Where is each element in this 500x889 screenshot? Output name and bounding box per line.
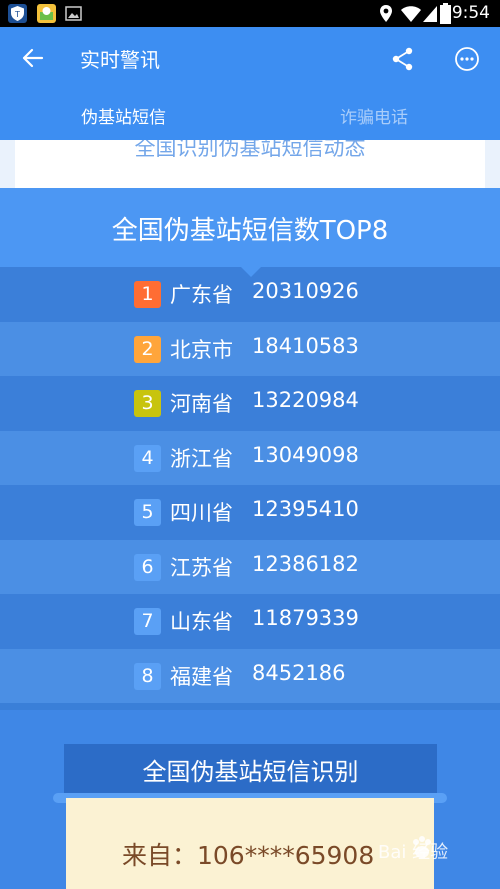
province-name: 福建省 <box>170 664 233 689</box>
sms-count: 20310926 <box>252 279 359 303</box>
wifi-icon <box>401 6 421 22</box>
page-title: 实时警讯 <box>80 48 160 72</box>
header-pointer <box>241 267 261 277</box>
rank-badge: 7 <box>134 608 161 635</box>
top8-header: 全国伪基站短信数TOP8 <box>0 188 500 267</box>
tab-fraud-calls[interactable]: 诈骗电话 <box>340 103 408 128</box>
province-name: 江苏省 <box>170 555 233 580</box>
status-time: 9:54 <box>451 3 490 23</box>
tab-bar: 伪基站短信 诈骗电话 <box>0 99 500 140</box>
rank-badge: 2 <box>134 335 161 363</box>
back-arrow-icon[interactable] <box>18 43 48 73</box>
sms-sender: 来自：106****65908 <box>122 841 375 870</box>
rank-badge: 8 <box>134 662 161 690</box>
rank-badge: 6 <box>134 553 161 581</box>
svg-text:T: T <box>14 10 20 19</box>
province-name: 广东省 <box>170 283 233 307</box>
list-item: 8 福建省 8452186 <box>0 648 500 703</box>
sms-count: 12386182 <box>252 551 359 576</box>
sms-count: 11879339 <box>252 606 359 630</box>
recognition-title: 全国伪基站短信识别 <box>142 758 359 786</box>
app-bar: 实时警讯 伪基站短信 诈骗电话 <box>0 27 500 140</box>
more-options-icon[interactable] <box>453 45 481 73</box>
province-name: 四川省 <box>170 501 233 525</box>
rank-badge: 4 <box>134 444 161 472</box>
tab-fake-base-station-sms[interactable]: 伪基站短信 <box>81 103 166 128</box>
rank-badge: 5 <box>134 499 161 526</box>
banner-strip: 全国识别伪基站短信动态 <box>0 140 500 188</box>
battery-icon <box>440 3 451 24</box>
list-item: 7 山东省 11879339 <box>0 594 500 649</box>
ranking-list: 1 广东省 20310926 2 北京市 18410583 3 河南省 1322… <box>0 267 500 703</box>
sms-count: 18410583 <box>252 333 359 358</box>
share-icon[interactable] <box>389 45 417 73</box>
recognition-header: 全国伪基站短信识别 <box>64 744 437 794</box>
status-bar: T 9:54 <box>0 0 500 27</box>
list-item: 5 四川省 12395410 <box>0 485 500 540</box>
province-name: 北京市 <box>170 337 233 362</box>
shield-app-icon: T <box>8 4 27 23</box>
banner-text: 全国识别伪基站短信动态 <box>134 140 366 160</box>
rank-badge: 3 <box>134 390 161 417</box>
province-name: 山东省 <box>170 610 233 634</box>
game-app-icon <box>37 4 56 23</box>
sms-count: 13049098 <box>252 442 359 467</box>
sms-count: 13220984 <box>252 388 359 412</box>
image-notification-icon <box>64 4 83 23</box>
list-item: 3 河南省 13220984 <box>0 376 500 431</box>
location-icon <box>380 5 392 22</box>
sms-count: 8452186 <box>252 660 346 685</box>
rank-badge: 1 <box>134 281 161 308</box>
list-item: 2 北京市 18410583 <box>0 321 500 376</box>
paw-logo-icon <box>413 836 431 858</box>
signal-icon <box>423 6 437 22</box>
sms-count: 12395410 <box>252 497 359 521</box>
list-item: 6 江苏省 12386182 <box>0 539 500 594</box>
province-name: 浙江省 <box>170 446 233 471</box>
province-name: 河南省 <box>170 392 233 416</box>
list-item: 4 浙江省 13049098 <box>0 430 500 485</box>
top8-title: 全国伪基站短信数TOP8 <box>111 216 389 246</box>
